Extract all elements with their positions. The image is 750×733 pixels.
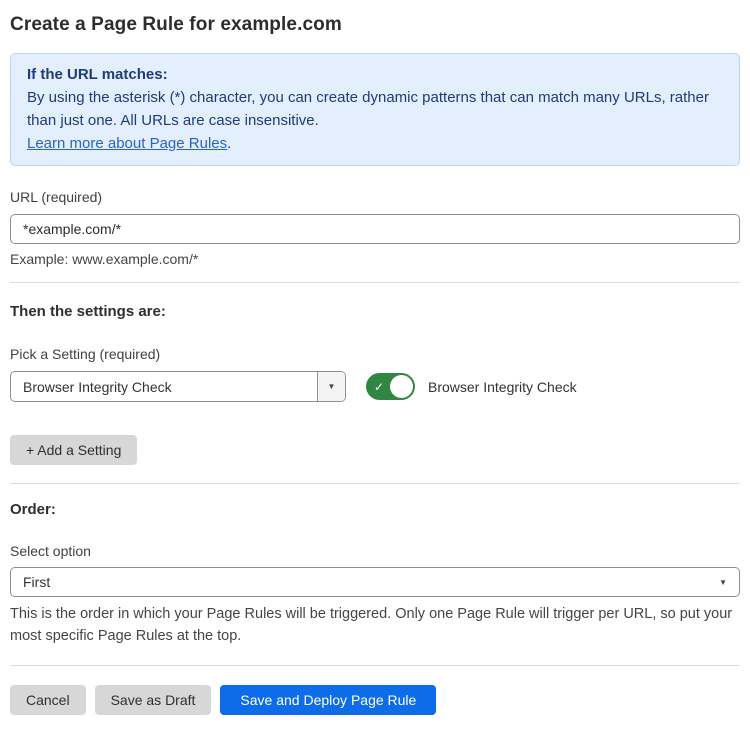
page-title: Create a Page Rule for example.com: [10, 13, 740, 36]
order-select[interactable]: First ▼: [10, 567, 740, 597]
info-box-link-line: Learn more about Page Rules.: [27, 132, 723, 155]
toggle-label: Browser Integrity Check: [428, 379, 577, 395]
order-section-heading: Order:: [10, 501, 740, 518]
section-divider: [10, 483, 740, 484]
settings-section-heading: Then the settings are:: [10, 303, 740, 320]
order-select-label: Select option: [10, 543, 740, 560]
cancel-button[interactable]: Cancel: [10, 685, 86, 715]
save-as-draft-button[interactable]: Save as Draft: [95, 685, 212, 715]
setting-select-arrow-button[interactable]: ▼: [317, 372, 345, 401]
toggle-knob: [390, 375, 413, 398]
order-select-value: First: [23, 574, 719, 590]
check-icon: ✓: [374, 381, 384, 393]
url-matches-info-box: If the URL matches: By using the asteris…: [10, 53, 740, 166]
chevron-down-icon: ▼: [719, 578, 727, 587]
link-suffix: .: [227, 135, 231, 152]
chevron-down-icon: ▼: [328, 382, 336, 391]
info-box-body: By using the asterisk (*) character, you…: [27, 86, 723, 132]
pick-setting-label: Pick a Setting (required): [10, 346, 740, 363]
save-and-deploy-button[interactable]: Save and Deploy Page Rule: [220, 685, 436, 715]
url-input[interactable]: [10, 214, 740, 244]
section-divider: [10, 282, 740, 283]
footer-divider: [10, 665, 740, 666]
url-field-label: URL (required): [10, 189, 740, 206]
learn-more-link[interactable]: Learn more about Page Rules: [27, 135, 227, 152]
browser-integrity-check-toggle[interactable]: ✓: [366, 373, 415, 400]
info-box-heading: If the URL matches:: [27, 63, 723, 86]
url-example-text: Example: www.example.com/*: [10, 251, 740, 267]
setting-select[interactable]: Browser Integrity Check ▼: [10, 371, 346, 402]
order-help-text: This is the order in which your Page Rul…: [10, 603, 740, 647]
setting-select-value: Browser Integrity Check: [11, 372, 317, 401]
setting-row: Browser Integrity Check ▼ ✓ Browser Inte…: [10, 371, 740, 402]
footer-actions: Cancel Save as Draft Save and Deploy Pag…: [10, 685, 740, 715]
create-page-rule-panel: Create a Page Rule for example.com If th…: [0, 13, 750, 715]
add-setting-button[interactable]: + Add a Setting: [10, 435, 137, 465]
